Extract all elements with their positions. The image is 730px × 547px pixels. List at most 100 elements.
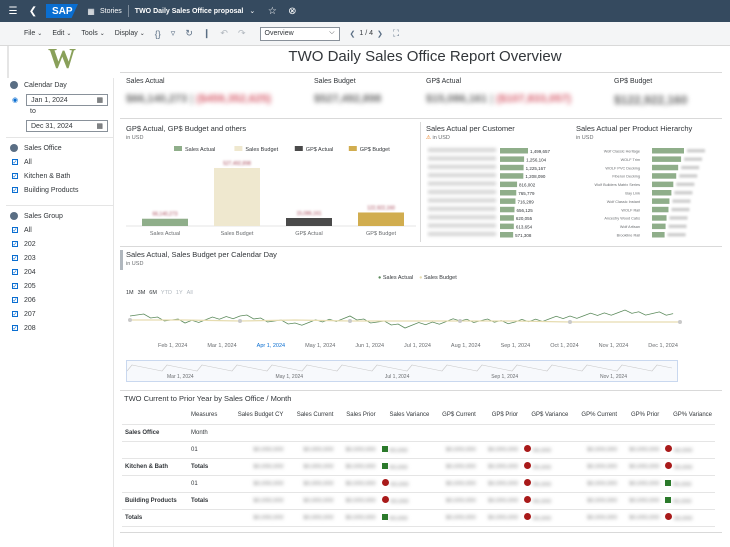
range-button[interactable]: 6M: [149, 290, 157, 296]
legend-item-budget[interactable]: ● Sales Budget: [419, 275, 457, 281]
bar[interactable]: [652, 215, 667, 221]
header-cell[interactable]: GP$ Variance: [521, 407, 572, 425]
bar[interactable]: [500, 181, 518, 188]
header-cell[interactable]: Measures: [188, 407, 226, 425]
refresh-icon[interactable]: ↻: [185, 28, 193, 39]
data-point[interactable]: [568, 320, 572, 324]
bar[interactable]: [358, 212, 404, 226]
bar[interactable]: [286, 218, 332, 226]
bookmark-icon[interactable]: ❙: [203, 28, 211, 39]
fullscreen-icon[interactable]: ⛶: [393, 28, 399, 39]
menu-tools[interactable]: Tools: [81, 30, 97, 37]
sales-office-item-all[interactable]: ✓ All: [12, 155, 113, 169]
range-button[interactable]: YTD: [161, 290, 172, 296]
bar[interactable]: [500, 223, 514, 230]
bar[interactable]: [142, 218, 188, 226]
back-icon[interactable]: ❮: [26, 4, 40, 18]
calendar-picker-icon[interactable]: ▦: [96, 122, 103, 130]
header-cell[interactable]: GP$ Current: [432, 407, 479, 425]
checkbox[interactable]: ✓: [12, 227, 18, 234]
sales-group-item[interactable]: ✓ 206: [12, 293, 113, 307]
header-cell[interactable]: GP$ Prior: [478, 407, 522, 425]
bar[interactable]: [652, 206, 669, 213]
hamburger-menu-icon[interactable]: ☰: [6, 4, 20, 18]
checkbox[interactable]: ✓: [12, 283, 18, 290]
data-point[interactable]: [458, 319, 462, 323]
bar[interactable]: [500, 190, 517, 196]
table-row[interactable]: Building Products Totals $0,000,000 $0,000,…: [122, 492, 715, 510]
bar[interactable]: [214, 167, 260, 226]
sales-group-item[interactable]: ✓ 207: [12, 307, 113, 321]
checkbox[interactable]: ✓: [12, 159, 18, 166]
code-icon[interactable]: {}: [155, 29, 161, 39]
undo-icon[interactable]: ↶: [220, 28, 228, 39]
range-button[interactable]: 1M: [126, 290, 134, 296]
data-point[interactable]: [238, 319, 242, 323]
bar[interactable]: [652, 148, 684, 154]
checkbox[interactable]: ✓: [12, 241, 18, 248]
range-button[interactable]: 3M: [138, 290, 146, 296]
table-row[interactable]: Kitchen & Bath Totals $0,000,000 $0,000,000…: [122, 458, 715, 476]
header-cell[interactable]: Sales Budget CY: [225, 407, 287, 425]
menu-file[interactable]: File: [24, 30, 35, 37]
bar[interactable]: [652, 156, 682, 162]
bar[interactable]: [500, 206, 515, 213]
checkbox[interactable]: ✓: [12, 311, 18, 318]
checkbox[interactable]: ✓: [12, 297, 18, 304]
date-to-input[interactable]: Dec 31, 2024 ▦: [26, 120, 108, 132]
range-button[interactable]: 1Y: [176, 290, 183, 296]
bar[interactable]: [500, 173, 524, 179]
sales-group-item[interactable]: ✓ 202: [12, 237, 113, 251]
app-label[interactable]: Stories: [100, 8, 122, 15]
close-icon[interactable]: ⊗: [285, 4, 299, 18]
sales-group-item[interactable]: ✓ 203: [12, 251, 113, 265]
data-point[interactable]: [128, 318, 132, 322]
bar[interactable]: [500, 148, 528, 154]
checkbox[interactable]: ✓: [12, 269, 18, 276]
data-point[interactable]: [678, 320, 682, 324]
next-page-icon[interactable]: ❯: [377, 30, 383, 38]
star-icon[interactable]: ☆: [265, 4, 279, 18]
bar[interactable]: [652, 223, 666, 230]
page-select[interactable]: Overview: [259, 26, 340, 41]
bar[interactable]: [652, 164, 679, 171]
prev-page-icon[interactable]: ❮: [350, 30, 356, 38]
bar[interactable]: [500, 156, 525, 162]
series-line-actual[interactable]: [129, 309, 674, 329]
story-title[interactable]: TWO Daily Sales Office proposal: [135, 8, 244, 15]
checkbox[interactable]: ✓: [12, 187, 18, 194]
table-row[interactable]: 01 $0,000,000 $0,000,000 $0,000,000 00,000 $…: [122, 475, 715, 493]
bar[interactable]: [652, 232, 665, 238]
table-row[interactable]: 01 $0,000,000 $0,000,000 $0,000,000 00,000 $…: [122, 441, 715, 459]
time-navigator[interactable]: Mar 1, 2024 May 1, 2024 Jul 1, 2024 Sep 1, …: [126, 360, 678, 382]
bar[interactable]: [652, 198, 670, 204]
bar[interactable]: [500, 164, 524, 171]
sales-office-item-building-products[interactable]: ✓ Building Products: [12, 183, 113, 197]
header-cell[interactable]: GP% Prior: [620, 407, 663, 425]
sales-office-item-kitchen-bath[interactable]: ✓ Kitchen & Bath: [12, 169, 113, 183]
panel-handle[interactable]: [120, 250, 123, 270]
sales-group-item[interactable]: ✓ 208: [12, 321, 113, 335]
menu-edit[interactable]: Edit: [52, 30, 64, 37]
menu-display[interactable]: Display: [115, 30, 138, 37]
legend-item-actual[interactable]: ● Sales Actual: [378, 275, 413, 281]
filter-icon[interactable]: ▿: [171, 28, 176, 39]
sales-group-item[interactable]: ✓ All: [12, 223, 113, 237]
checkbox[interactable]: ✓: [12, 255, 18, 262]
date-from-input[interactable]: Jan 1, 2024 ▦: [26, 94, 109, 106]
bar[interactable]: [500, 198, 516, 204]
header-cell[interactable]: Sales Current: [286, 407, 337, 425]
data-point[interactable]: [348, 319, 352, 323]
chevron-down-icon[interactable]: ⌄: [245, 4, 259, 18]
header-cell[interactable]: GP% Variance: [662, 407, 715, 425]
header-cell[interactable]: Sales Variance: [378, 407, 433, 425]
series-line-budget[interactable]: [130, 319, 680, 323]
header-cell[interactable]: Sales Prior: [336, 407, 379, 425]
range-button[interactable]: All: [187, 290, 193, 296]
bar[interactable]: [500, 215, 514, 221]
radio-icon[interactable]: ◉: [12, 96, 18, 104]
bar[interactable]: [500, 232, 514, 238]
sales-group-item[interactable]: ✓ 205: [12, 279, 113, 293]
header-cell[interactable]: GP% Current: [571, 407, 621, 425]
bar[interactable]: [652, 181, 674, 188]
